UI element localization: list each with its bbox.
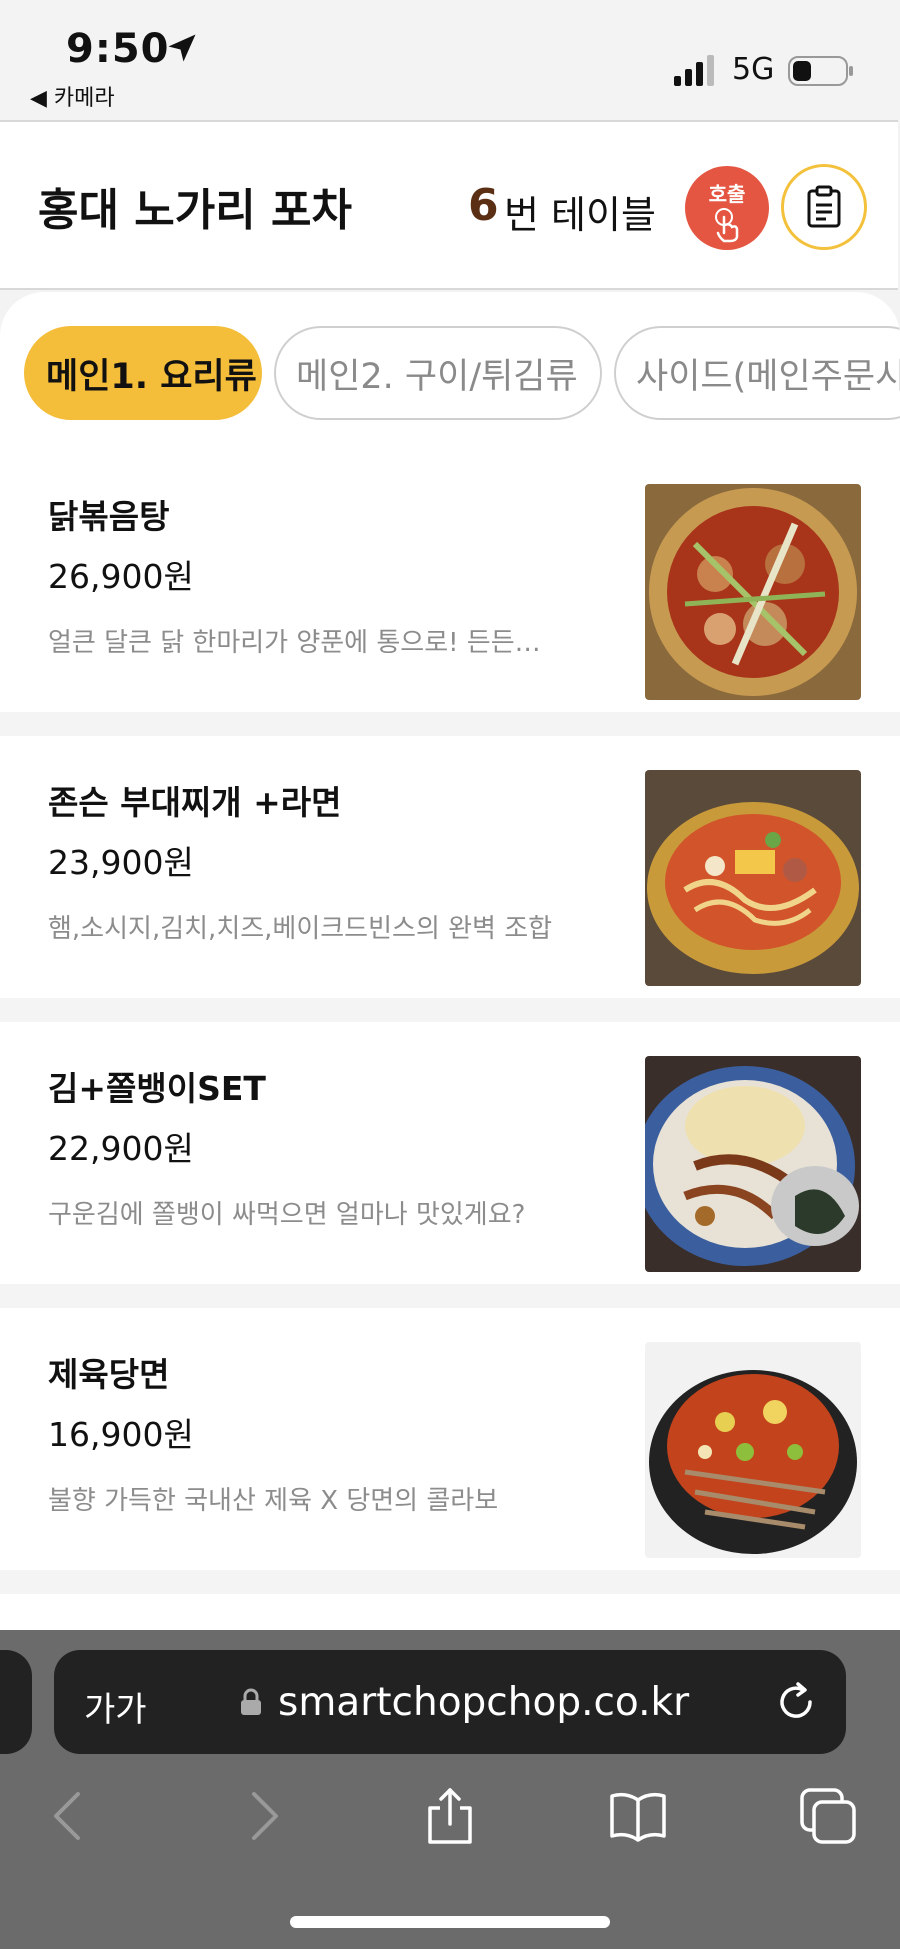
tab-main2[interactable]: 메인2. 구이/튀김류 bbox=[274, 326, 602, 420]
menu-item-photo bbox=[645, 1056, 861, 1272]
back-to-camera-link[interactable]: ◀ 카메라 bbox=[30, 80, 115, 112]
call-staff-button[interactable]: 호출 bbox=[685, 166, 769, 250]
menu-item-description: 구운김에 쫄뱅이 싸먹으면 얼마나 맛있게요? bbox=[48, 1200, 526, 1230]
forward-arrow-icon[interactable] bbox=[232, 1786, 292, 1846]
divider bbox=[0, 998, 900, 1022]
menu-item-name: 닭볶음탕 bbox=[48, 497, 170, 536]
location-arrow-icon bbox=[168, 34, 196, 62]
clipboard-icon bbox=[807, 185, 841, 228]
menu-content: 메인1. 요리류 메인2. 구이/튀김류 사이드(메인주문시 닭볶음탕 26,9… bbox=[0, 292, 900, 1632]
battery-icon bbox=[788, 56, 853, 86]
order-history-button[interactable] bbox=[781, 164, 867, 250]
hand-tap-icon bbox=[715, 207, 739, 242]
text-size-button[interactable]: 가가 bbox=[84, 1682, 147, 1731]
tab-main1[interactable]: 메인1. 요리류 bbox=[24, 326, 262, 420]
menu-item-description: 얼큰 달큰 닭 한마리가 양푼에 통으로! 든든… bbox=[48, 628, 541, 658]
menu-item[interactable]: 존슨 부대찌개 +라면 23,900원 햄,소시지,김치,치즈,베이크드빈스의 … bbox=[0, 736, 900, 998]
menu-item-description: 불향 가득한 국내산 제육 X 당면의 콜라보 bbox=[48, 1486, 499, 1516]
menu-item-partial[interactable] bbox=[0, 1594, 900, 1632]
url-text: smartchopchop.co.kr bbox=[278, 1680, 690, 1725]
menu-item-description: 햄,소시지,김치,치즈,베이크드빈스의 완벽 조합 bbox=[48, 914, 553, 944]
back-arrow-icon[interactable] bbox=[40, 1786, 100, 1846]
divider bbox=[0, 712, 900, 736]
menu-item-photo bbox=[645, 484, 861, 700]
tab-side[interactable]: 사이드(메인주문시 bbox=[614, 326, 900, 420]
menu-item-price: 16,900원 bbox=[48, 1415, 194, 1454]
share-icon[interactable] bbox=[420, 1786, 480, 1846]
tabs-icon[interactable] bbox=[798, 1786, 858, 1846]
menu-item[interactable]: 제육당면 16,900원 불향 가득한 국내산 제육 X 당면의 콜라보 bbox=[0, 1308, 900, 1570]
menu-item-name: 김+쫄뱅이SET bbox=[48, 1069, 266, 1108]
browser-toolbar: 가가 smartchopchop.co.kr bbox=[0, 1630, 900, 1949]
table-number: 6 bbox=[468, 180, 499, 231]
divider bbox=[0, 1570, 900, 1594]
network-type: 5G bbox=[732, 52, 775, 87]
menu-item-name: 존슨 부대찌개 +라면 bbox=[48, 783, 342, 822]
category-tabs: 메인1. 요리류 메인2. 구이/튀김류 사이드(메인주문시 bbox=[0, 326, 900, 424]
cellular-signal-icon bbox=[674, 55, 714, 86]
previous-tab-peek[interactable] bbox=[0, 1650, 32, 1754]
menu-item-price: 22,900원 bbox=[48, 1129, 194, 1168]
clock: 9:50 bbox=[66, 26, 170, 72]
bookmarks-icon[interactable] bbox=[608, 1786, 668, 1846]
status-bar: 9:50 ◀ 카메라 5G bbox=[0, 0, 900, 120]
table-label: 번 테이블 bbox=[504, 193, 656, 237]
menu-item-price: 26,900원 bbox=[48, 557, 194, 596]
address-bar[interactable]: 가가 smartchopchop.co.kr bbox=[54, 1650, 846, 1754]
reload-icon[interactable] bbox=[772, 1678, 820, 1726]
menu-item-name: 제육당면 bbox=[48, 1355, 170, 1394]
home-indicator bbox=[290, 1916, 610, 1928]
menu-item-photo bbox=[645, 1342, 861, 1558]
lock-icon bbox=[241, 1688, 261, 1715]
menu-item-photo bbox=[645, 770, 861, 986]
menu-item-price: 23,900원 bbox=[48, 843, 194, 882]
menu-item[interactable]: 닭볶음탕 26,900원 얼큰 달큰 닭 한마리가 양푼에 통으로! 든든… bbox=[0, 450, 900, 712]
restaurant-header: 홍대 노가리 포차 6 번 테이블 호출 bbox=[0, 120, 898, 290]
menu-item[interactable]: 김+쫄뱅이SET 22,900원 구운김에 쫄뱅이 싸먹으면 얼마나 맛있게요? bbox=[0, 1022, 900, 1284]
divider bbox=[0, 1284, 900, 1308]
call-label: 호출 bbox=[708, 181, 746, 206]
store-name: 홍대 노가리 포차 bbox=[38, 185, 352, 236]
